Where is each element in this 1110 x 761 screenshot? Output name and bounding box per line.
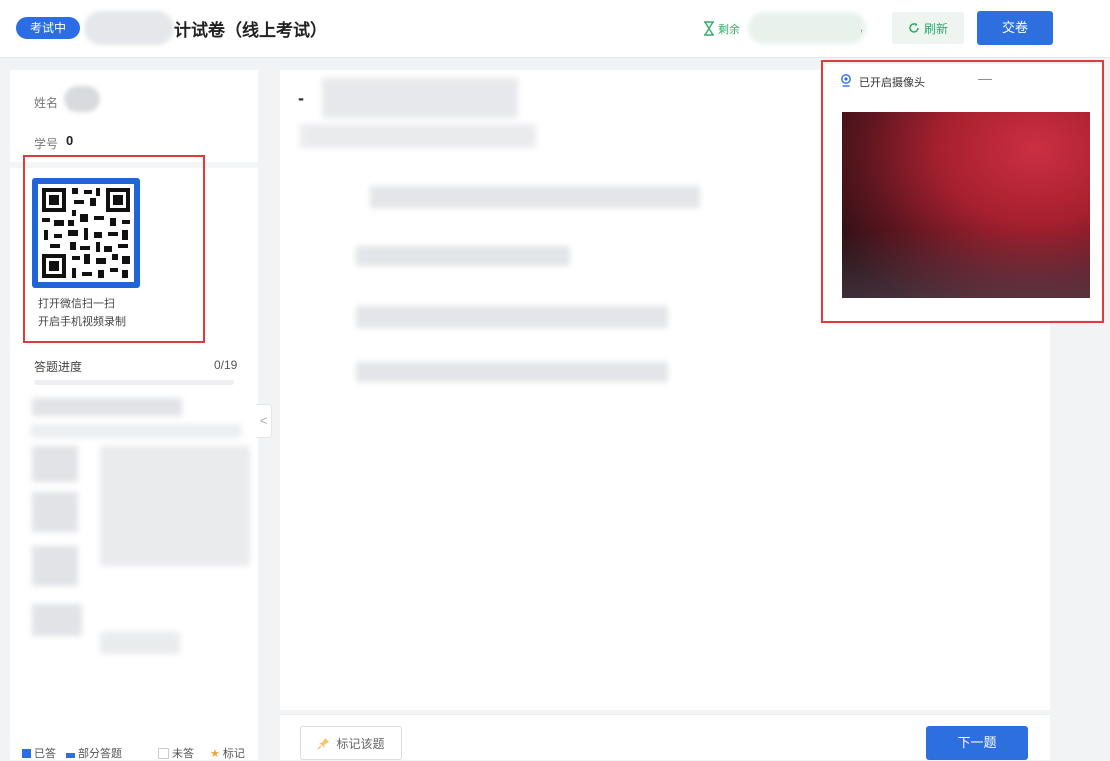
progress-label: 答题进度 — [34, 360, 83, 374]
exam-status-badge: 考试中 — [16, 17, 80, 39]
legend-unanswered: 未答 — [158, 745, 194, 761]
redacted-option-d[interactable] — [356, 362, 668, 382]
student-id-value: 0 — [66, 133, 74, 148]
redacted-option-c[interactable] — [356, 306, 668, 328]
mark-question-button[interactable]: 标记该题 — [300, 726, 402, 760]
redacted-question-grid — [100, 632, 180, 654]
partial-swatch — [66, 752, 75, 758]
redacted-student-name — [64, 86, 100, 112]
answered-swatch — [22, 748, 31, 758]
legend-answered: 已答 — [22, 745, 56, 761]
redacted-question-group — [32, 398, 182, 416]
legend-partial-label: 部分答题 — [78, 748, 122, 760]
collapse-sidebar-toggle[interactable]: < — [256, 404, 272, 438]
unanswered-swatch — [158, 747, 169, 759]
hourglass-icon — [704, 21, 714, 36]
refresh-icon — [909, 22, 919, 33]
redacted-question-stem — [300, 124, 536, 148]
progress-count: 0/19 — [214, 358, 238, 372]
pin-icon — [317, 737, 330, 749]
redacted-option-b[interactable] — [356, 246, 570, 266]
redacted-question-stem — [322, 78, 518, 118]
next-question-button[interactable]: 下一题 — [926, 726, 1028, 760]
legend-marked: ★ 标记 — [210, 745, 245, 761]
legend-partial: 部分答题 — [66, 745, 122, 761]
progress-bar — [34, 380, 234, 385]
redacted-question-grid — [32, 604, 82, 636]
student-name-label: 姓名 — [34, 96, 59, 110]
qr-highlight-frame — [23, 155, 205, 343]
mark-question-label: 标记该题 — [336, 736, 385, 751]
redacted-question-grid — [100, 446, 250, 566]
legend-marked-label: 标记 — [222, 748, 245, 760]
redacted-option-a[interactable] — [370, 186, 700, 208]
redacted-title-prefix — [84, 11, 174, 45]
remaining-time-label: 剩余 — [718, 24, 740, 36]
redacted-remaining-time — [748, 12, 866, 44]
camera-highlight-frame — [821, 60, 1104, 323]
redacted-question-group — [30, 424, 242, 438]
redacted-question-grid — [32, 492, 78, 532]
legend-unanswered-label: 未答 — [172, 748, 194, 760]
exam-title: 计试卷（线上考试） — [174, 21, 327, 40]
remaining-time-suffix: , — [860, 22, 864, 34]
legend-answered-label: 已答 — [34, 748, 56, 760]
refresh-label: 刷新 — [923, 21, 948, 36]
redacted-question-grid — [32, 546, 78, 586]
refresh-button[interactable]: 刷新 — [892, 12, 964, 44]
redacted-question-grid — [32, 446, 78, 482]
submit-exam-button[interactable]: 交卷 — [977, 11, 1053, 45]
star-icon: ★ — [210, 747, 220, 760]
student-id-label: 学号 — [34, 137, 59, 151]
question-number: - — [298, 88, 304, 108]
